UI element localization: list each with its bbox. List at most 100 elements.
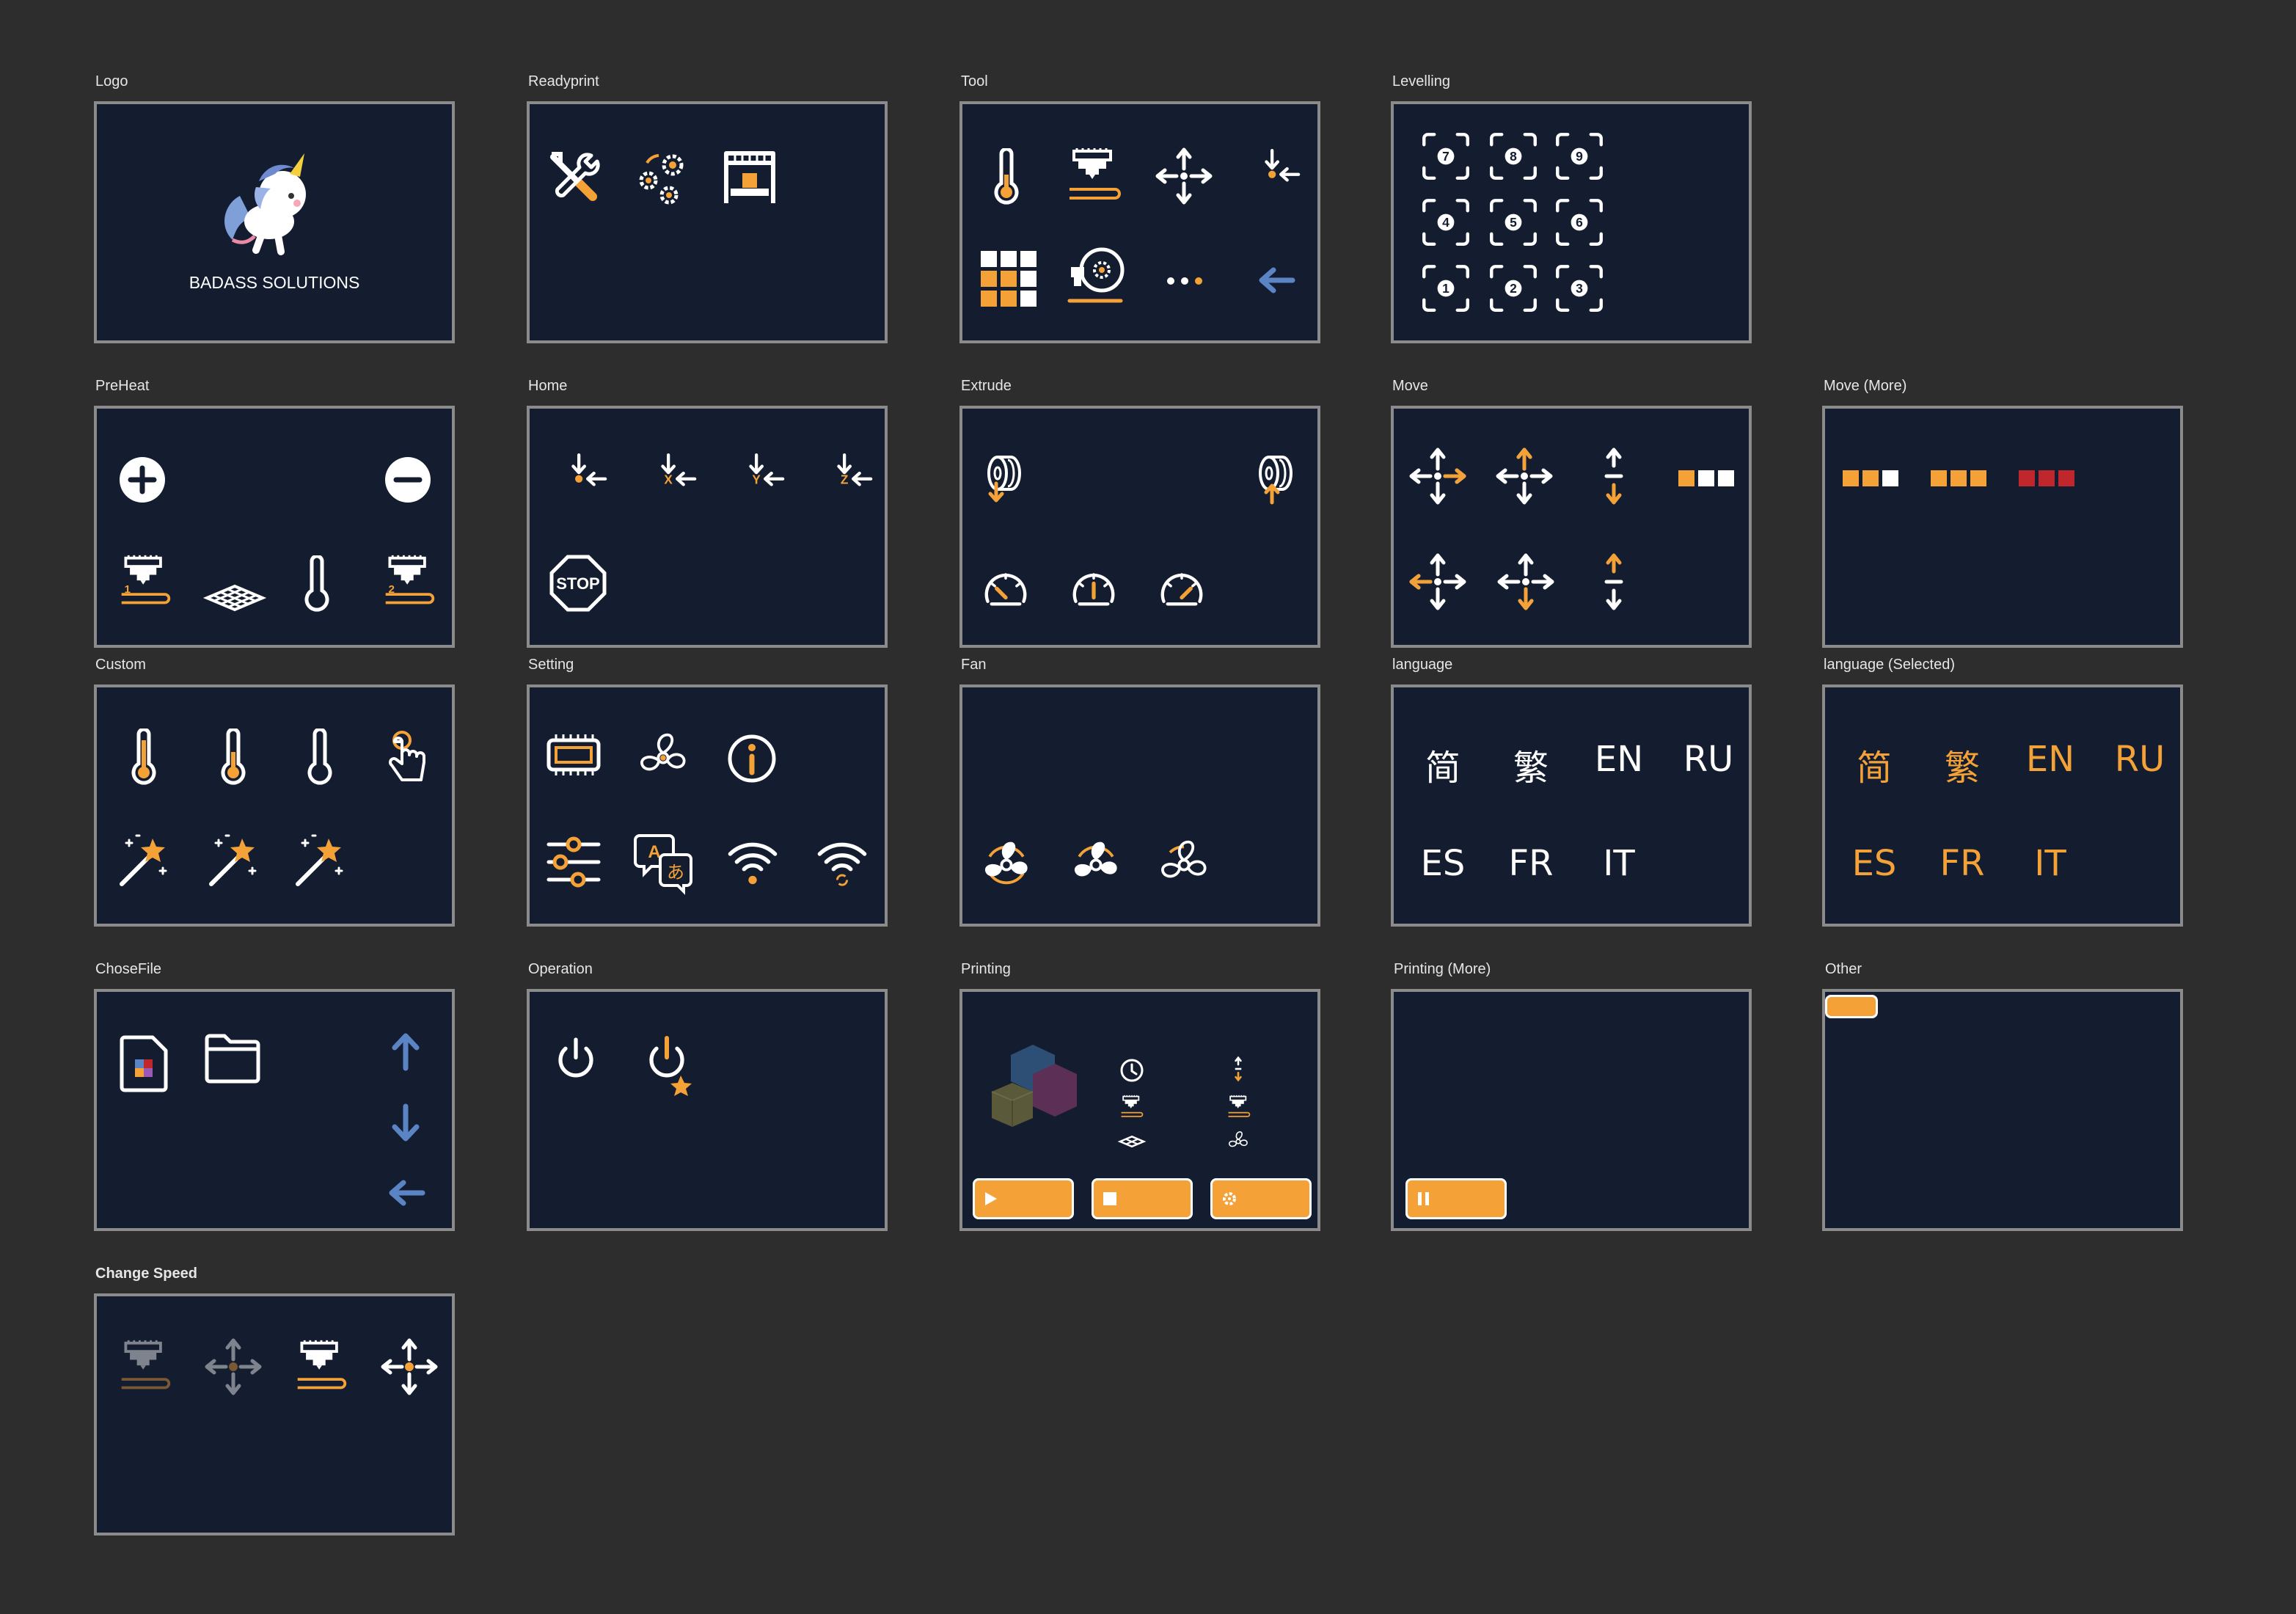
- wifi-icon[interactable]: [725, 834, 780, 887]
- auto-power-off-icon[interactable]: [641, 1034, 700, 1096]
- lang-fr[interactable]: FR: [1491, 843, 1571, 884]
- step-size-low-icon[interactable]: [1678, 470, 1736, 486]
- lang-it[interactable]: IT: [1579, 843, 1659, 884]
- fan-low-icon[interactable]: [1156, 837, 1212, 893]
- lang-en[interactable]: EN: [1579, 739, 1659, 780]
- lang-zh-traditional[interactable]: 繁: [1491, 739, 1571, 790]
- section-label-tool: Tool: [961, 73, 988, 90]
- nozzle-icon[interactable]: [1065, 147, 1124, 205]
- nozzle-speed-active-icon[interactable]: [293, 1337, 349, 1396]
- lang-fr-selected[interactable]: FR: [1922, 843, 2003, 884]
- nozzle-2-icon[interactable]: 2: [381, 552, 437, 611]
- generic-button[interactable]: [1825, 995, 1878, 1018]
- language-icon[interactable]: A あ: [634, 831, 694, 895]
- play-button[interactable]: [973, 1178, 1074, 1219]
- fan-panel: [959, 684, 1320, 927]
- lang-zh-traditional-selected[interactable]: 繁: [1922, 739, 2003, 790]
- thermometer-empty-icon[interactable]: [305, 729, 334, 787]
- section-label-custom: Custom: [95, 657, 146, 673]
- page-up-icon[interactable]: [389, 1031, 423, 1073]
- thermometer-outline-icon[interactable]: [302, 555, 332, 614]
- back-arrow-icon[interactable]: [1256, 266, 1297, 295]
- extruder-spool-icon[interactable]: [1065, 245, 1128, 311]
- touch-icon[interactable]: [386, 730, 430, 786]
- plus-icon[interactable]: [119, 456, 166, 503]
- move-y-positive-icon[interactable]: [1495, 447, 1554, 505]
- level-point-2-icon[interactable]: 2: [1488, 263, 1539, 314]
- move-panel: [1391, 406, 1752, 648]
- grid-levelling-icon[interactable]: [981, 251, 1037, 307]
- wifi-refresh-icon[interactable]: [814, 834, 870, 887]
- heated-bed-icon[interactable]: [202, 584, 267, 612]
- printer-bed-icon[interactable]: [720, 148, 779, 207]
- level-point-6-icon[interactable]: 6: [1554, 197, 1605, 248]
- nozzle-1-icon[interactable]: 1: [117, 552, 173, 611]
- move-z-down-icon[interactable]: [1599, 447, 1628, 505]
- sliders-icon[interactable]: [546, 834, 602, 890]
- minus-icon[interactable]: [384, 456, 431, 503]
- lang-ru[interactable]: RU: [1668, 739, 1749, 780]
- home-x-icon[interactable]: X: [656, 451, 700, 495]
- fan-medium-icon[interactable]: [1068, 837, 1124, 893]
- speed-normal-icon[interactable]: [1068, 564, 1119, 616]
- print-settings-button[interactable]: [1210, 1178, 1312, 1219]
- move-x-negative-icon[interactable]: [1408, 552, 1467, 611]
- fan-setting-icon[interactable]: [635, 730, 691, 786]
- lang-es-selected[interactable]: ES: [1834, 843, 1915, 884]
- lang-ru-selected[interactable]: RU: [2099, 739, 2180, 780]
- power-icon[interactable]: [550, 1034, 602, 1086]
- magic-wand-2-icon[interactable]: [204, 831, 263, 890]
- page-down-icon[interactable]: [389, 1102, 423, 1143]
- level-point-4-icon[interactable]: 4: [1420, 197, 1471, 248]
- level-point-1-icon[interactable]: 1: [1420, 263, 1471, 314]
- folder-icon[interactable]: [204, 1033, 261, 1084]
- nozzle-speed-inactive-icon[interactable]: [117, 1337, 173, 1396]
- home-all-icon[interactable]: [566, 451, 610, 495]
- stop-print-button[interactable]: [1092, 1178, 1193, 1219]
- back-icon[interactable]: [386, 1178, 427, 1208]
- step-size-high-icon[interactable]: [1931, 470, 1988, 486]
- wrench-screwdriver-icon[interactable]: [546, 150, 601, 205]
- move-speed-active-icon[interactable]: [380, 1337, 439, 1396]
- machine-board-icon[interactable]: [546, 733, 602, 777]
- pause-button[interactable]: [1405, 1178, 1507, 1219]
- magic-wand-3-icon[interactable]: [290, 831, 349, 890]
- fan-full-icon[interactable]: [979, 837, 1034, 893]
- lang-zh-simplified[interactable]: 简: [1403, 739, 1483, 790]
- speed-slow-icon[interactable]: [980, 564, 1031, 616]
- magic-wand-1-icon[interactable]: [114, 831, 173, 890]
- step-size-medium-icon[interactable]: [1843, 470, 1900, 486]
- stop-icon[interactable]: STOP: [549, 554, 607, 613]
- lang-es[interactable]: ES: [1403, 843, 1483, 884]
- lang-zh-simplified-selected[interactable]: 简: [1834, 739, 1915, 790]
- level-point-label: 2: [1510, 281, 1517, 296]
- gcode-file-icon[interactable]: [120, 1034, 169, 1093]
- step-size-max-icon[interactable]: [2019, 470, 2076, 486]
- thermometer-icon[interactable]: [992, 148, 1021, 207]
- level-point-8-icon[interactable]: 8: [1488, 131, 1539, 182]
- lang-en-selected[interactable]: EN: [2010, 739, 2091, 780]
- gears-icon[interactable]: [632, 147, 698, 209]
- move-icon[interactable]: [1155, 147, 1213, 205]
- section-label-logo: Logo: [95, 73, 128, 90]
- info-icon[interactable]: [726, 733, 778, 784]
- move-speed-inactive-icon[interactable]: [204, 1337, 263, 1396]
- level-point-7-icon[interactable]: 7: [1420, 131, 1471, 182]
- thermometer-full-icon[interactable]: [129, 729, 158, 787]
- retract-up-icon[interactable]: [1250, 451, 1309, 510]
- level-point-3-icon[interactable]: 3: [1554, 263, 1605, 314]
- more-icon[interactable]: [1166, 277, 1203, 285]
- lang-it-selected[interactable]: IT: [2010, 843, 2091, 884]
- home-y-icon[interactable]: Y: [744, 451, 788, 495]
- speed-fast-icon[interactable]: [1156, 564, 1207, 616]
- thermometer-half-icon[interactable]: [219, 729, 248, 787]
- level-point-5-icon[interactable]: 5: [1488, 197, 1539, 248]
- home-icon[interactable]: [1259, 147, 1304, 191]
- extrude-down-icon[interactable]: [979, 451, 1037, 510]
- move-y-negative-icon[interactable]: [1496, 552, 1555, 611]
- move-z-up-icon[interactable]: [1599, 552, 1628, 611]
- pause-icon: [1418, 1192, 1429, 1205]
- move-x-positive-icon[interactable]: [1408, 447, 1467, 505]
- home-z-icon[interactable]: Z: [832, 451, 876, 495]
- level-point-9-icon[interactable]: 9: [1554, 131, 1605, 182]
